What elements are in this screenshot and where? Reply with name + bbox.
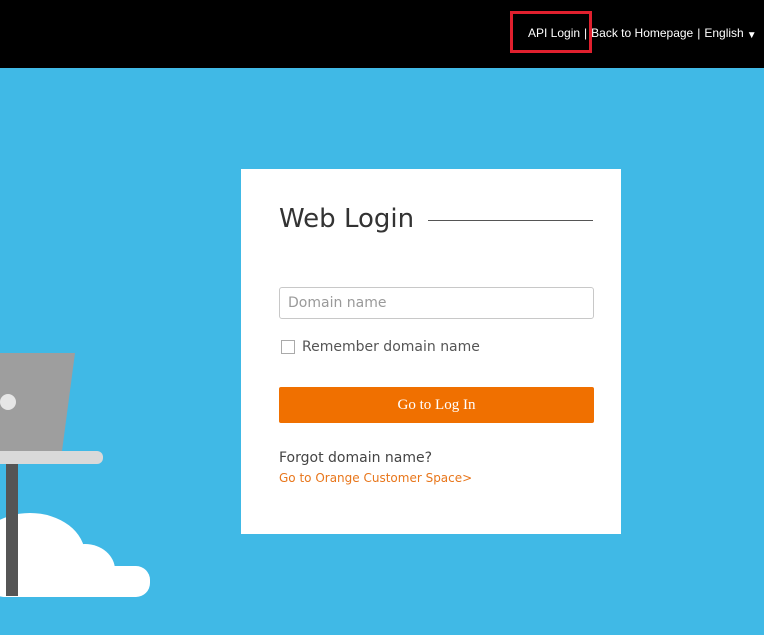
title-divider	[428, 219, 593, 221]
page-title: Web Login	[279, 204, 415, 234]
caret-down-icon: ▼	[746, 30, 757, 41]
language-selector[interactable]: English ▼	[704, 26, 757, 41]
remember-domain-checkbox[interactable]	[281, 340, 295, 354]
login-card: Web Login Remember domain name Go to Log…	[241, 169, 621, 534]
nav-separator: |	[697, 26, 701, 40]
domain-name-input[interactable]	[279, 287, 594, 319]
language-label: English	[704, 26, 744, 40]
back-to-homepage-link[interactable]: Back to Homepage	[591, 26, 693, 40]
top-bar: API Login | Back to Homepage | English ▼	[0, 0, 764, 68]
customer-space-link[interactable]: Go to Orange Customer Space>	[279, 471, 472, 485]
top-navigation: API Login | Back to Homepage | English ▼	[528, 26, 757, 41]
cloud-icon	[0, 513, 150, 597]
nav-separator: |	[584, 26, 588, 40]
laptop-illustration	[0, 353, 150, 597]
card-header: Web Login	[279, 199, 593, 239]
laptop-icon	[0, 353, 75, 451]
remember-domain-row[interactable]: Remember domain name	[281, 339, 480, 355]
go-to-login-button[interactable]: Go to Log In	[279, 387, 594, 423]
api-login-link[interactable]: API Login	[528, 26, 580, 40]
forgot-domain-text: Forgot domain name?	[279, 450, 433, 466]
login-page: API Login | Back to Homepage | English ▼ …	[0, 0, 764, 635]
remember-domain-label: Remember domain name	[302, 339, 480, 355]
